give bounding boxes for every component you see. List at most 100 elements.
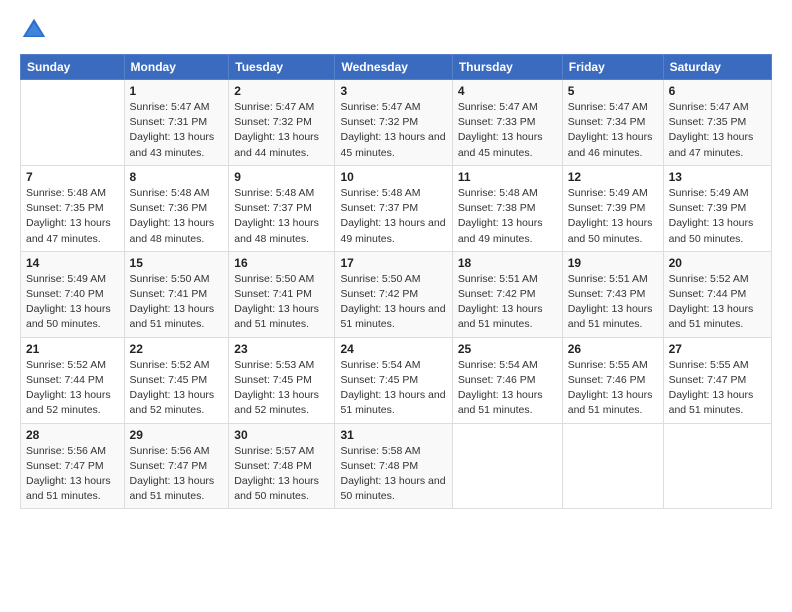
day-number: 25 <box>458 342 557 356</box>
day-info: Sunrise: 5:49 AMSunset: 7:39 PMDaylight:… <box>568 187 653 245</box>
day-cell: 31 Sunrise: 5:58 AMSunset: 7:48 PMDayligh… <box>335 423 452 509</box>
day-number: 9 <box>234 170 329 184</box>
day-cell: 14 Sunrise: 5:49 AMSunset: 7:40 PMDayligh… <box>21 251 125 337</box>
day-number: 5 <box>568 84 658 98</box>
day-number: 11 <box>458 170 557 184</box>
week-row-3: 21 Sunrise: 5:52 AMSunset: 7:44 PMDayligh… <box>21 337 772 423</box>
day-number: 2 <box>234 84 329 98</box>
day-cell: 30 Sunrise: 5:57 AMSunset: 7:48 PMDayligh… <box>229 423 335 509</box>
day-cell: 2 Sunrise: 5:47 AMSunset: 7:32 PMDaylight… <box>229 80 335 166</box>
day-cell: 1Sunrise: 5:47 AMSunset: 7:31 PMDaylight… <box>124 80 229 166</box>
day-number: 12 <box>568 170 658 184</box>
week-row-0: 1Sunrise: 5:47 AMSunset: 7:31 PMDaylight… <box>21 80 772 166</box>
day-number: 6 <box>669 84 766 98</box>
day-number: 10 <box>340 170 446 184</box>
day-number: 16 <box>234 256 329 270</box>
day-info: Sunrise: 5:51 AMSunset: 7:43 PMDaylight:… <box>568 273 653 331</box>
day-info: Sunrise: 5:54 AMSunset: 7:45 PMDaylight:… <box>340 359 445 417</box>
day-info: Sunrise: 5:52 AMSunset: 7:44 PMDaylight:… <box>669 273 754 331</box>
day-info: Sunrise: 5:50 AMSunset: 7:42 PMDaylight:… <box>340 273 445 331</box>
week-row-4: 28 Sunrise: 5:56 AMSunset: 7:47 PMDayligh… <box>21 423 772 509</box>
day-cell: 5Sunrise: 5:47 AMSunset: 7:34 PMDaylight… <box>562 80 663 166</box>
day-cell: 22 Sunrise: 5:52 AMSunset: 7:45 PMDayligh… <box>124 337 229 423</box>
day-cell: 10 Sunrise: 5:48 AMSunset: 7:37 PMDayligh… <box>335 165 452 251</box>
day-cell: 17 Sunrise: 5:50 AMSunset: 7:42 PMDayligh… <box>335 251 452 337</box>
logo <box>20 16 52 44</box>
day-cell: 4Sunrise: 5:47 AMSunset: 7:33 PMDaylight… <box>452 80 562 166</box>
day-number: 14 <box>26 256 119 270</box>
day-cell: 16Sunrise: 5:50 AMSunset: 7:41 PMDayligh… <box>229 251 335 337</box>
day-number: 3 <box>340 84 446 98</box>
day-info: Sunrise: 5:55 AMSunset: 7:47 PMDaylight:… <box>669 359 754 417</box>
header <box>20 16 772 44</box>
day-number: 7 <box>26 170 119 184</box>
week-row-1: 7 Sunrise: 5:48 AMSunset: 7:35 PMDaylight… <box>21 165 772 251</box>
day-info: Sunrise: 5:48 AMSunset: 7:38 PMDaylight:… <box>458 187 543 245</box>
day-info: Sunrise: 5:47 AMSunset: 7:32 PMDaylight:… <box>234 101 319 159</box>
day-number: 20 <box>669 256 766 270</box>
day-number: 29 <box>130 428 224 442</box>
day-cell: 24 Sunrise: 5:54 AMSunset: 7:45 PMDayligh… <box>335 337 452 423</box>
col-header-tuesday: Tuesday <box>229 55 335 80</box>
calendar-table: SundayMondayTuesdayWednesdayThursdayFrid… <box>20 54 772 509</box>
day-cell <box>562 423 663 509</box>
day-info: Sunrise: 5:47 AMSunset: 7:33 PMDaylight:… <box>458 101 543 159</box>
col-header-sunday: Sunday <box>21 55 125 80</box>
day-info: Sunrise: 5:48 AMSunset: 7:37 PMDaylight:… <box>340 187 445 245</box>
day-info: Sunrise: 5:57 AMSunset: 7:48 PMDaylight:… <box>234 445 319 503</box>
day-info: Sunrise: 5:51 AMSunset: 7:42 PMDaylight:… <box>458 273 543 331</box>
day-cell: 9Sunrise: 5:48 AMSunset: 7:37 PMDaylight… <box>229 165 335 251</box>
day-cell: 15Sunrise: 5:50 AMSunset: 7:41 PMDayligh… <box>124 251 229 337</box>
day-info: Sunrise: 5:56 AMSunset: 7:47 PMDaylight:… <box>130 445 215 503</box>
day-number: 26 <box>568 342 658 356</box>
day-info: Sunrise: 5:55 AMSunset: 7:46 PMDaylight:… <box>568 359 653 417</box>
day-cell <box>663 423 771 509</box>
day-cell: 26 Sunrise: 5:55 AMSunset: 7:46 PMDayligh… <box>562 337 663 423</box>
day-number: 23 <box>234 342 329 356</box>
day-info: Sunrise: 5:52 AMSunset: 7:44 PMDaylight:… <box>26 359 111 417</box>
day-info: Sunrise: 5:48 AMSunset: 7:36 PMDaylight:… <box>130 187 215 245</box>
day-cell: 12 Sunrise: 5:49 AMSunset: 7:39 PMDayligh… <box>562 165 663 251</box>
col-header-wednesday: Wednesday <box>335 55 452 80</box>
day-number: 31 <box>340 428 446 442</box>
day-info: Sunrise: 5:47 AMSunset: 7:35 PMDaylight:… <box>669 101 754 159</box>
day-cell <box>21 80 125 166</box>
day-info: Sunrise: 5:52 AMSunset: 7:45 PMDaylight:… <box>130 359 215 417</box>
day-cell: 7 Sunrise: 5:48 AMSunset: 7:35 PMDaylight… <box>21 165 125 251</box>
col-header-saturday: Saturday <box>663 55 771 80</box>
day-number: 19 <box>568 256 658 270</box>
col-header-thursday: Thursday <box>452 55 562 80</box>
day-cell: 6 Sunrise: 5:47 AMSunset: 7:35 PMDaylight… <box>663 80 771 166</box>
day-cell: 8Sunrise: 5:48 AMSunset: 7:36 PMDaylight… <box>124 165 229 251</box>
day-number: 27 <box>669 342 766 356</box>
day-cell: 23 Sunrise: 5:53 AMSunset: 7:45 PMDayligh… <box>229 337 335 423</box>
day-number: 15 <box>130 256 224 270</box>
day-number: 1 <box>130 84 224 98</box>
col-header-monday: Monday <box>124 55 229 80</box>
day-cell: 13Sunrise: 5:49 AMSunset: 7:39 PMDayligh… <box>663 165 771 251</box>
day-number: 30 <box>234 428 329 442</box>
day-number: 17 <box>340 256 446 270</box>
day-number: 18 <box>458 256 557 270</box>
day-info: Sunrise: 5:49 AMSunset: 7:40 PMDaylight:… <box>26 273 111 331</box>
day-cell: 3 Sunrise: 5:47 AMSunset: 7:32 PMDaylight… <box>335 80 452 166</box>
day-info: Sunrise: 5:49 AMSunset: 7:39 PMDaylight:… <box>669 187 754 245</box>
day-cell: 28 Sunrise: 5:56 AMSunset: 7:47 PMDayligh… <box>21 423 125 509</box>
day-number: 28 <box>26 428 119 442</box>
day-info: Sunrise: 5:53 AMSunset: 7:45 PMDaylight:… <box>234 359 319 417</box>
day-cell: 21 Sunrise: 5:52 AMSunset: 7:44 PMDayligh… <box>21 337 125 423</box>
page-container: SundayMondayTuesdayWednesdayThursdayFrid… <box>0 0 792 519</box>
day-info: Sunrise: 5:54 AMSunset: 7:46 PMDaylight:… <box>458 359 543 417</box>
day-cell: 25 Sunrise: 5:54 AMSunset: 7:46 PMDayligh… <box>452 337 562 423</box>
day-cell: 27 Sunrise: 5:55 AMSunset: 7:47 PMDayligh… <box>663 337 771 423</box>
day-number: 21 <box>26 342 119 356</box>
day-info: Sunrise: 5:47 AMSunset: 7:32 PMDaylight:… <box>340 101 445 159</box>
day-cell: 11 Sunrise: 5:48 AMSunset: 7:38 PMDayligh… <box>452 165 562 251</box>
day-cell: 19 Sunrise: 5:51 AMSunset: 7:43 PMDayligh… <box>562 251 663 337</box>
day-number: 24 <box>340 342 446 356</box>
day-info: Sunrise: 5:56 AMSunset: 7:47 PMDaylight:… <box>26 445 111 503</box>
day-info: Sunrise: 5:48 AMSunset: 7:35 PMDaylight:… <box>26 187 111 245</box>
day-info: Sunrise: 5:58 AMSunset: 7:48 PMDaylight:… <box>340 445 445 503</box>
day-number: 22 <box>130 342 224 356</box>
day-cell: 20 Sunrise: 5:52 AMSunset: 7:44 PMDayligh… <box>663 251 771 337</box>
